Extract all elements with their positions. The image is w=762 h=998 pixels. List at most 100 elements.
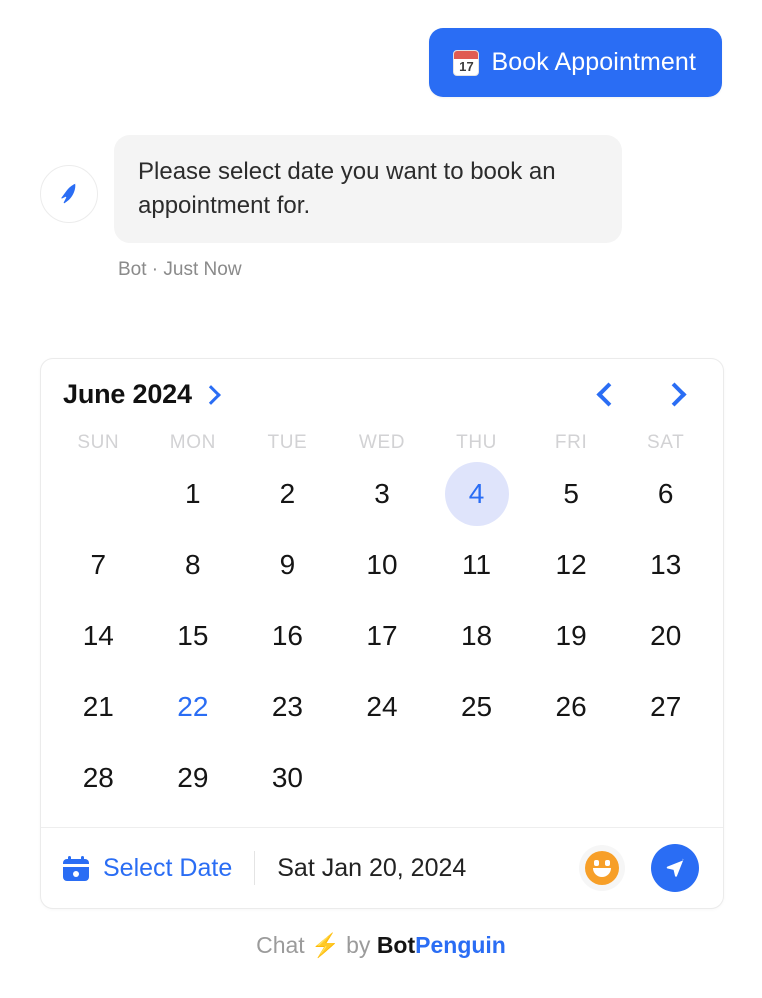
footer-chat-text: Chat (256, 932, 305, 958)
calendar-day-14[interactable]: 14 (66, 604, 130, 668)
calendar-weekday-wed: WED (358, 432, 406, 453)
calendar-day-cell (429, 742, 524, 813)
calendar-day-5[interactable]: 5 (539, 462, 603, 526)
emoji-picker-button[interactable] (579, 845, 625, 891)
calendar-day-cell: 28 (51, 742, 146, 813)
calendar-day-1[interactable]: 1 (161, 462, 225, 526)
calendar-day-cell: 30 (240, 742, 335, 813)
calendar-day-cell: 21 (51, 671, 146, 742)
calendar-weekday-row: SUN MON TUE WED THU FRI SAT (51, 422, 713, 458)
calendar-day-empty (66, 462, 130, 526)
calendar-nav (593, 380, 699, 410)
calendar-week-row: 14 15 16 17 18 19 20 (51, 600, 713, 671)
branding-footer: Chat ⚡ by BotPenguin (0, 932, 762, 959)
calendar-title-group[interactable]: June 2024 (63, 379, 221, 410)
calendar-day-4[interactable]: 4 (444, 461, 509, 526)
calendar-day-empty (634, 746, 698, 810)
calendar-day-6[interactable]: 6 (634, 462, 698, 526)
calendar-day-29[interactable]: 29 (161, 746, 225, 810)
calendar-weekday-thu: THU (456, 432, 497, 453)
calendar-day-cell: 3 (335, 458, 430, 529)
calendar-day-21[interactable]: 21 (66, 675, 130, 739)
calendar-day-cell (618, 742, 713, 813)
calendar-day-25[interactable]: 25 (445, 675, 509, 739)
calendar-day-13[interactable]: 13 (634, 533, 698, 597)
select-date-button[interactable]: Select Date (63, 854, 232, 883)
calendar-day-cell: 4 (429, 458, 524, 529)
calendar-day-30[interactable]: 30 (255, 746, 319, 810)
calendar-icon (63, 855, 89, 881)
calendar-day-27[interactable]: 27 (634, 675, 698, 739)
calendar-day-cell: 24 (335, 671, 430, 742)
calendar-day-17[interactable]: 17 (350, 604, 414, 668)
calendar-day-cell (335, 742, 430, 813)
calendar-day-cell: 29 (146, 742, 241, 813)
bot-message-meta: Bot · Just Now (118, 259, 242, 281)
calendar-day-19[interactable]: 19 (539, 604, 603, 668)
calendar-week-row: 21 22 23 24 25 26 27 (51, 671, 713, 742)
calendar-day-24[interactable]: 24 (350, 675, 414, 739)
calendar-day-cell (524, 742, 619, 813)
calendar-header: June 2024 (41, 359, 723, 418)
calendar-day-2[interactable]: 2 (255, 462, 319, 526)
calendar-footer-bar: Select Date Sat Jan 20, 2024 (41, 827, 723, 908)
calendar-day-12[interactable]: 12 (539, 533, 603, 597)
calendar-day-22[interactable]: 22 (161, 675, 225, 739)
quick-reply-row: 17 Book Appointment (0, 0, 762, 97)
calendar-weekday-sat: SAT (647, 432, 685, 453)
calendar-day-23[interactable]: 23 (255, 675, 319, 739)
calendar-day-cell: 9 (240, 529, 335, 600)
calendar-day-26[interactable]: 26 (539, 675, 603, 739)
book-appointment-label: Book Appointment (491, 48, 696, 76)
calendar-day-15[interactable]: 15 (161, 604, 225, 668)
bot-message-bubble: Please select date you want to book an a… (114, 135, 622, 244)
prev-month-button[interactable] (593, 380, 623, 410)
calendar-day-18[interactable]: 18 (445, 604, 509, 668)
calendar-month-title: June 2024 (63, 379, 192, 409)
calendar-day-8[interactable]: 8 (161, 533, 225, 597)
selected-date-value: Sat Jan 20, 2024 (277, 853, 467, 882)
calendar-day-20[interactable]: 20 (634, 604, 698, 668)
calendar-day-9[interactable]: 9 (255, 533, 319, 597)
calendar-weekday-fri: FRI (554, 432, 588, 453)
brand-name-second: Penguin (415, 932, 506, 958)
calendar-day-cell: 12 (524, 529, 619, 600)
calendar-day-16[interactable]: 16 (255, 604, 319, 668)
calendar-day-cell (51, 458, 146, 529)
calendar-week-row: 28 29 30 (51, 742, 713, 813)
chevron-right-icon[interactable] (200, 384, 221, 405)
calendar-day-cell: 15 (146, 600, 241, 671)
calendar-day-cell: 2 (240, 458, 335, 529)
calendar-emoji-day: 17 (459, 58, 474, 74)
calendar-day-cell: 16 (240, 600, 335, 671)
calendar-day-11[interactable]: 11 (445, 533, 509, 597)
calendar-week-row: 123456 (51, 458, 713, 529)
calendar-day-cell: 26 (524, 671, 619, 742)
calendar-day-cell: 18 (429, 600, 524, 671)
chat-widget: 17 Book Appointment Please select date y… (0, 0, 762, 998)
select-date-label: Select Date (103, 853, 233, 882)
book-appointment-button[interactable]: 17 Book Appointment (429, 28, 722, 97)
calendar-day-cell: 5 (524, 458, 619, 529)
next-month-button[interactable] (659, 380, 689, 410)
bot-avatar (40, 165, 98, 223)
chevron-right-icon (661, 382, 687, 407)
calendar-day-empty (445, 746, 509, 810)
calendar-day-cell: 20 (618, 600, 713, 671)
chevron-left-icon (595, 382, 621, 407)
bolt-icon: ⚡ (311, 932, 340, 958)
calendar-day-empty (539, 746, 603, 810)
brand-name-first: Bot (376, 932, 416, 958)
calendar-day-7[interactable]: 7 (66, 533, 130, 597)
calendar-day-28[interactable]: 28 (66, 746, 130, 810)
calendar-day-cell: 14 (51, 600, 146, 671)
bot-message-block: Please select date you want to book an a… (0, 97, 762, 281)
send-icon (666, 858, 684, 877)
footer-divider (254, 851, 256, 885)
botpenguin-logo-icon (61, 182, 76, 204)
send-button[interactable] (651, 844, 699, 892)
calendar-card: June 2024 SUN MON TUE WED THU FRI SAT 12345678… (40, 358, 724, 909)
calendar-day-10[interactable]: 10 (350, 533, 414, 597)
calendar-day-3[interactable]: 3 (350, 462, 414, 526)
calendar-day-cell: 17 (335, 600, 430, 671)
